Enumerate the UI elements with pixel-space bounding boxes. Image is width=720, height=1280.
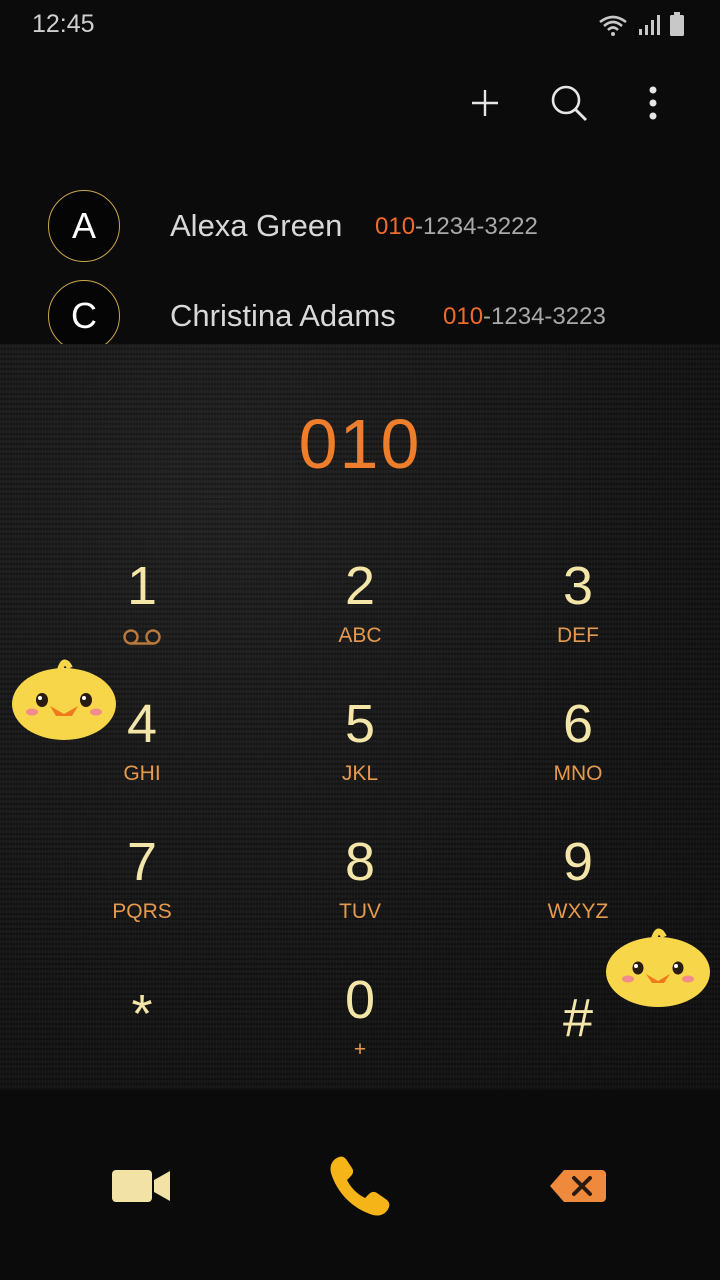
- add-contact-button[interactable]: [458, 78, 512, 132]
- battery-icon: [670, 12, 684, 41]
- more-options-icon: [647, 85, 659, 126]
- key-6[interactable]: 6 MNO: [478, 694, 678, 814]
- duck-sticker: [604, 924, 712, 1015]
- key-digit: 3: [562, 556, 594, 616]
- key-digit: 5: [344, 694, 376, 754]
- key-2[interactable]: 2 ABC: [260, 556, 460, 676]
- key-letters: WXYZ: [547, 900, 609, 923]
- key-letters: GHI: [123, 762, 161, 785]
- backspace-icon: [548, 1168, 608, 1209]
- status-time: 12:45: [32, 10, 95, 38]
- add-icon: [469, 87, 501, 124]
- key-digit: 0: [344, 970, 376, 1030]
- number-rest: -1234-3222: [415, 213, 538, 240]
- entered-number[interactable]: 010: [0, 404, 720, 484]
- key-letters: PQRS: [112, 900, 172, 923]
- key-3[interactable]: 3 DEF: [478, 556, 678, 676]
- key-letters: DEF: [557, 624, 599, 647]
- more-options-button[interactable]: [626, 78, 680, 132]
- key-digit: 1: [126, 556, 158, 616]
- backspace-button[interactable]: [528, 1148, 628, 1228]
- call-button[interactable]: [310, 1148, 410, 1228]
- wifi-icon: [598, 14, 628, 41]
- key-letters: JKL: [341, 762, 379, 785]
- top-action-bar: [458, 78, 680, 132]
- key-letters: MNO: [553, 762, 603, 785]
- search-icon: [549, 83, 589, 128]
- status-bar: 12:45: [0, 0, 720, 50]
- key-digit: 2: [344, 556, 376, 616]
- key-letters: ABC: [338, 624, 382, 647]
- bottom-action-bar: [0, 1090, 720, 1280]
- contact-suggestions: A Alexa Green 010-1234-3222 C Christina …: [0, 180, 720, 360]
- key-digit: *: [131, 984, 153, 1044]
- contact-name: Christina Adams: [170, 298, 396, 333]
- key-5[interactable]: 5 JKL: [260, 694, 460, 814]
- key-digit: #: [562, 988, 594, 1048]
- key-letters: TUV: [339, 900, 381, 923]
- key-7[interactable]: 7 PQRS: [42, 832, 242, 952]
- avatar: A: [48, 190, 120, 262]
- key-star[interactable]: *: [42, 984, 242, 1104]
- video-call-button[interactable]: [92, 1148, 192, 1228]
- contact-name: Alexa Green: [170, 208, 343, 243]
- video-call-icon: [110, 1166, 174, 1211]
- dialer-pad: 010 1 2 ABC 3 DEF 4 GHI 5 JKL 6 MNO 7 PQ…: [0, 344, 720, 1090]
- number-match: 010: [443, 303, 484, 330]
- phone-call-icon: [325, 1151, 395, 1226]
- key-digit: 6: [562, 694, 594, 754]
- voicemail-icon: [123, 628, 161, 651]
- contact-number: 010-1234-3223: [443, 303, 606, 331]
- status-icons: [598, 12, 684, 41]
- key-0[interactable]: 0 +: [260, 970, 460, 1090]
- duck-icon: [606, 928, 710, 1007]
- duck-icon: [12, 659, 116, 740]
- number-match: 010: [375, 213, 416, 240]
- contact-number: 010-1234-3222: [375, 213, 538, 241]
- duck-sticker: [10, 654, 118, 749]
- key-8[interactable]: 8 TUV: [260, 832, 460, 952]
- key-digit: 9: [562, 832, 594, 892]
- key-letters: +: [353, 1038, 367, 1061]
- avatar: C: [48, 280, 120, 352]
- number-rest: -1234-3223: [483, 303, 606, 330]
- key-digit: 7: [126, 832, 158, 892]
- signal-icon: [638, 14, 660, 41]
- search-button[interactable]: [542, 78, 596, 132]
- key-digit: 8: [344, 832, 376, 892]
- contact-row[interactable]: A Alexa Green 010-1234-3222: [0, 180, 720, 270]
- key-digit: 4: [126, 694, 158, 754]
